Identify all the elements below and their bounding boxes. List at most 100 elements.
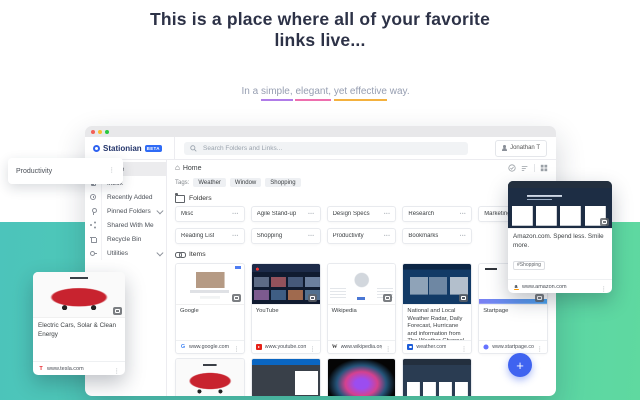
link-card[interactable] xyxy=(175,358,245,396)
folder-card[interactable]: Shopping xyxy=(250,228,321,244)
folder-name: Reading List xyxy=(181,233,215,239)
folder-menu-icon[interactable] xyxy=(384,211,391,217)
folder-card[interactable]: Productivity xyxy=(326,228,397,244)
tag-pill[interactable]: Weather xyxy=(193,178,226,187)
chevron-down-icon[interactable] xyxy=(156,207,163,214)
folder-card[interactable]: Agile Stand-up xyxy=(250,206,321,222)
folder-icon xyxy=(175,193,185,203)
grid-view-icon[interactable] xyxy=(540,164,548,172)
user-menu[interactable]: Jonathan T xyxy=(495,139,547,157)
tesla-favicon xyxy=(38,366,44,372)
sidebar-item[interactable]: Recently Added xyxy=(85,190,166,204)
folder-card[interactable]: Misc xyxy=(175,206,245,222)
add-link-button[interactable]: + xyxy=(508,353,532,377)
item-menu-icon[interactable] xyxy=(233,338,240,353)
link-card[interactable]: YouTube www.youtube.com xyxy=(250,263,321,354)
page: This is a place where all of your favori… xyxy=(0,0,640,400)
preview-toggle-icon[interactable] xyxy=(459,294,469,302)
header-middle: Jonathan T xyxy=(175,137,556,159)
subtitle-segment: yet effective xyxy=(333,85,387,101)
link-card[interactable] xyxy=(326,358,397,396)
hero-subtitle: In a simple, elegant, yet effective way. xyxy=(0,64,640,101)
search-icon xyxy=(190,144,197,152)
folder-menu-icon[interactable] xyxy=(308,211,315,217)
link-url: www.google.com xyxy=(189,344,230,350)
tag-pill[interactable]: Window xyxy=(229,178,262,187)
zoom-button[interactable] xyxy=(105,129,109,134)
amazon-link-card[interactable]: Amazon.com. Spend less. Smile more. #Sho… xyxy=(508,181,612,293)
link-url: weather.com xyxy=(416,344,447,350)
folder-menu-icon[interactable] xyxy=(232,233,239,239)
popover-menu-icon[interactable] xyxy=(109,167,116,175)
sort-icon[interactable] xyxy=(521,164,529,172)
folder-name: Design Specs xyxy=(332,211,370,217)
folder-name: Research xyxy=(408,211,435,217)
preview-toggle-icon[interactable] xyxy=(307,294,317,302)
tesla-link-card[interactable]: Electric Cars, Solar & Clean Energy www.… xyxy=(33,272,125,375)
amazon-screenshot xyxy=(508,181,612,229)
item-menu-icon[interactable] xyxy=(461,338,468,353)
items-label: Items xyxy=(189,251,206,258)
sidebar-item-icon xyxy=(89,249,97,257)
link-card[interactable] xyxy=(402,358,473,396)
link-card[interactable] xyxy=(250,358,321,396)
sidebar-item[interactable]: Shared With Me xyxy=(85,218,166,232)
link-card[interactable]: Wikipedia www.wikipedia.org xyxy=(326,263,397,354)
minimize-button[interactable] xyxy=(98,129,102,134)
folder-card[interactable]: Design Specs xyxy=(326,206,397,222)
preview-toggle-icon[interactable] xyxy=(113,307,122,315)
folder-menu-icon[interactable] xyxy=(384,233,391,239)
select-all-icon[interactable] xyxy=(508,164,516,172)
app-header: Stationian BETA Jonathan T xyxy=(85,137,556,160)
link-url: www.wikipedia.org xyxy=(340,344,382,350)
folder-menu-icon[interactable] xyxy=(460,233,467,239)
hero-title: This is a place where all of your favori… xyxy=(0,9,640,52)
folder-menu-icon[interactable] xyxy=(308,233,315,239)
folder-menu-icon[interactable] xyxy=(460,211,467,217)
main-panel: Home Tags: WeatherWindowShopping xyxy=(167,160,556,396)
user-name: Jonathan T xyxy=(510,145,540,151)
site-favicon xyxy=(407,344,414,350)
preview-toggle-icon[interactable] xyxy=(535,294,544,302)
sidebar-item[interactable]: Pinned Folders xyxy=(85,204,166,218)
folders-label: Folders xyxy=(189,195,212,202)
folders-section-header: Folders xyxy=(175,193,548,203)
items-section-header: Items xyxy=(175,250,548,259)
search-input[interactable] xyxy=(201,143,462,153)
item-menu-icon[interactable] xyxy=(309,338,316,353)
home-icon xyxy=(175,164,180,172)
folder-menu-icon[interactable] xyxy=(232,211,239,217)
sidebar-item[interactable]: Recycle Bin xyxy=(85,232,166,246)
preview-toggle-icon[interactable] xyxy=(383,294,393,302)
folder-card[interactable]: Research xyxy=(402,206,473,222)
tesla-description: Electric Cars, Solar & Clean Energy xyxy=(38,322,117,338)
folder-card[interactable]: Reading List xyxy=(175,228,245,244)
preview-toggle-icon[interactable] xyxy=(231,294,241,302)
link-title: YouTube xyxy=(255,308,279,314)
folder-name: Misc xyxy=(181,211,194,217)
link-title: National and Local Weather Radar, Daily … xyxy=(407,308,464,340)
close-button[interactable] xyxy=(91,129,95,134)
subtitle-segment: In a xyxy=(241,85,261,97)
chevron-down-icon[interactable] xyxy=(156,249,163,256)
link-card[interactable]: Google www.google.com xyxy=(175,263,245,354)
popover-label: Productivity xyxy=(16,167,53,175)
search-bar[interactable] xyxy=(184,141,468,155)
item-menu-icon[interactable] xyxy=(601,278,608,294)
sidebar-item[interactable]: Utilities xyxy=(85,246,166,260)
hero-title-line1: This is a place where all of your favori… xyxy=(149,9,491,29)
site-screenshot xyxy=(327,359,396,396)
tag-pill[interactable]: Shopping xyxy=(265,178,301,187)
item-menu-icon[interactable] xyxy=(114,360,121,376)
amazon-tag[interactable]: #Shopping xyxy=(513,260,545,270)
link-url: www.youtube.com xyxy=(264,344,307,350)
preview-toggle-icon[interactable] xyxy=(600,218,609,226)
window-body: Home Inbox xyxy=(85,160,556,396)
folder-card[interactable]: Bookmarks xyxy=(402,228,473,244)
brand: Stationian BETA xyxy=(85,137,175,159)
item-menu-icon[interactable] xyxy=(385,338,392,353)
item-menu-icon[interactable] xyxy=(537,338,544,353)
link-card[interactable]: National and Local Weather Radar, Daily … xyxy=(402,263,473,354)
site-screenshot xyxy=(403,359,472,396)
folder-preview-popover[interactable]: Productivity xyxy=(8,158,123,184)
